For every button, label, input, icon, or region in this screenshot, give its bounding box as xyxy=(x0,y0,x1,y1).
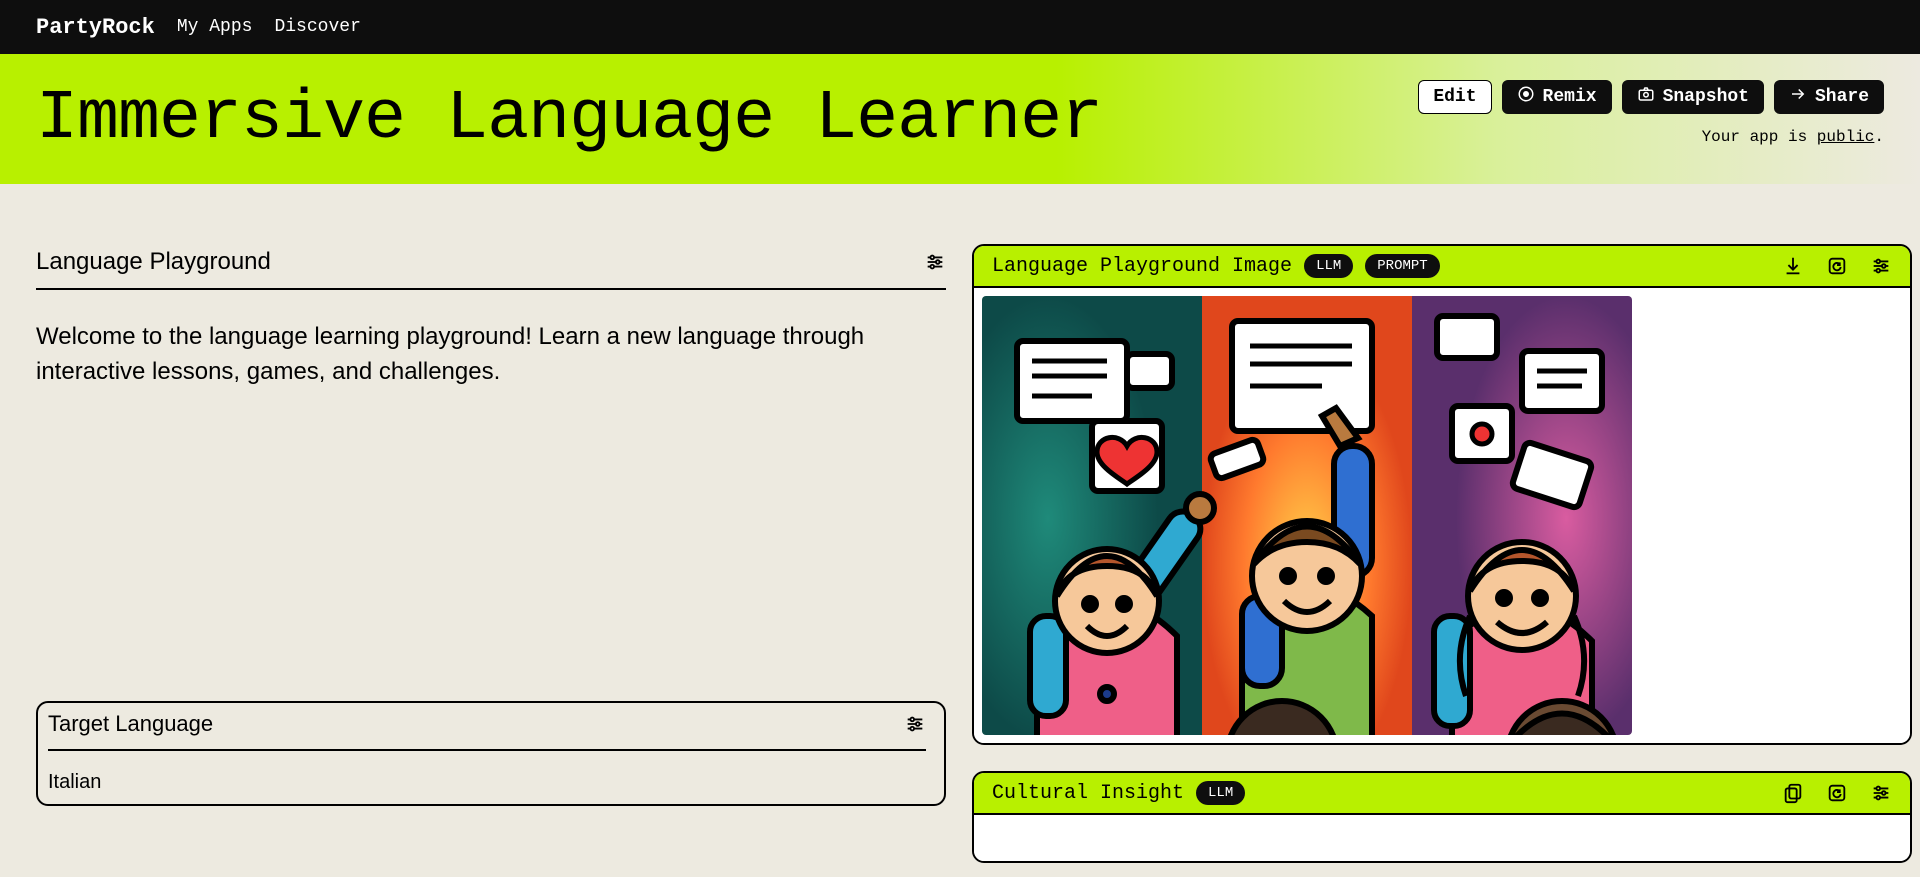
publish-status-suffix: . xyxy=(1874,128,1884,146)
share-button[interactable]: Share xyxy=(1774,80,1884,114)
snapshot-button[interactable]: Snapshot xyxy=(1622,80,1764,114)
language-playground-card: Language Playground Welcome to the langu… xyxy=(36,244,946,391)
share-button-label: Share xyxy=(1815,87,1869,107)
target-language-card: Target Language Italian xyxy=(36,701,946,806)
widgets-grid: Language Playground Welcome to the langu… xyxy=(0,184,1920,863)
settings-icon[interactable] xyxy=(904,713,926,735)
cultural-insight-header: Cultural Insight LLM xyxy=(974,773,1910,815)
edit-button[interactable]: Edit xyxy=(1418,80,1491,114)
brand-logo[interactable]: PartyRock xyxy=(36,15,155,40)
target-language-value[interactable]: Italian xyxy=(38,763,944,804)
share-icon xyxy=(1789,85,1807,109)
left-column: Language Playground Welcome to the langu… xyxy=(36,244,946,863)
left-spacer xyxy=(36,421,946,671)
retry-icon[interactable] xyxy=(1826,782,1848,804)
playground-image-header: Language Playground Image LLM PROMPT xyxy=(974,246,1910,288)
settings-icon[interactable] xyxy=(924,251,946,273)
publish-status-prefix: Your app is xyxy=(1702,128,1817,146)
playground-image-body xyxy=(974,288,1910,743)
snapshot-button-label: Snapshot xyxy=(1663,87,1749,107)
hero-banner: Immersive Language Learner Edit Remix Sn… xyxy=(0,54,1920,184)
playground-image-title: Language Playground Image xyxy=(992,255,1292,278)
language-playground-body: Welcome to the language learning playgro… xyxy=(36,290,946,390)
remix-button[interactable]: Remix xyxy=(1502,80,1612,114)
publish-status-link[interactable]: public xyxy=(1817,128,1875,146)
retry-icon[interactable] xyxy=(1826,255,1848,277)
cultural-insight-title: Cultural Insight xyxy=(992,782,1184,805)
target-language-title: Target Language xyxy=(48,711,213,737)
camera-icon xyxy=(1637,85,1655,109)
right-column: Language Playground Image LLM PROMPT xyxy=(972,244,1912,863)
settings-icon[interactable] xyxy=(1870,782,1892,804)
prompt-tag: PROMPT xyxy=(1365,254,1439,278)
remix-icon xyxy=(1517,85,1535,109)
publish-status: Your app is public. xyxy=(1702,128,1884,146)
language-playground-title: Language Playground xyxy=(36,248,271,276)
playground-image-card: Language Playground Image LLM PROMPT xyxy=(972,244,1912,745)
hero-actions: Edit Remix Snapshot Share xyxy=(1418,80,1884,146)
llm-tag: LLM xyxy=(1196,781,1245,805)
copy-icon[interactable] xyxy=(1782,782,1804,804)
generated-image[interactable] xyxy=(982,296,1632,735)
top-navbar: PartyRock My Apps Discover xyxy=(0,0,1920,54)
cultural-insight-card: Cultural Insight LLM xyxy=(972,771,1912,863)
remix-button-label: Remix xyxy=(1543,87,1597,107)
nav-discover[interactable]: Discover xyxy=(274,17,360,37)
llm-tag: LLM xyxy=(1304,254,1353,278)
app-title: Immersive Language Learner xyxy=(36,80,1102,159)
settings-icon[interactable] xyxy=(1870,255,1892,277)
language-playground-header: Language Playground xyxy=(36,244,946,290)
edit-button-label: Edit xyxy=(1433,87,1476,107)
download-icon[interactable] xyxy=(1782,255,1804,277)
cultural-insight-body xyxy=(974,815,1910,861)
action-buttons-row: Edit Remix Snapshot Share xyxy=(1418,80,1884,114)
nav-my-apps[interactable]: My Apps xyxy=(177,17,253,37)
